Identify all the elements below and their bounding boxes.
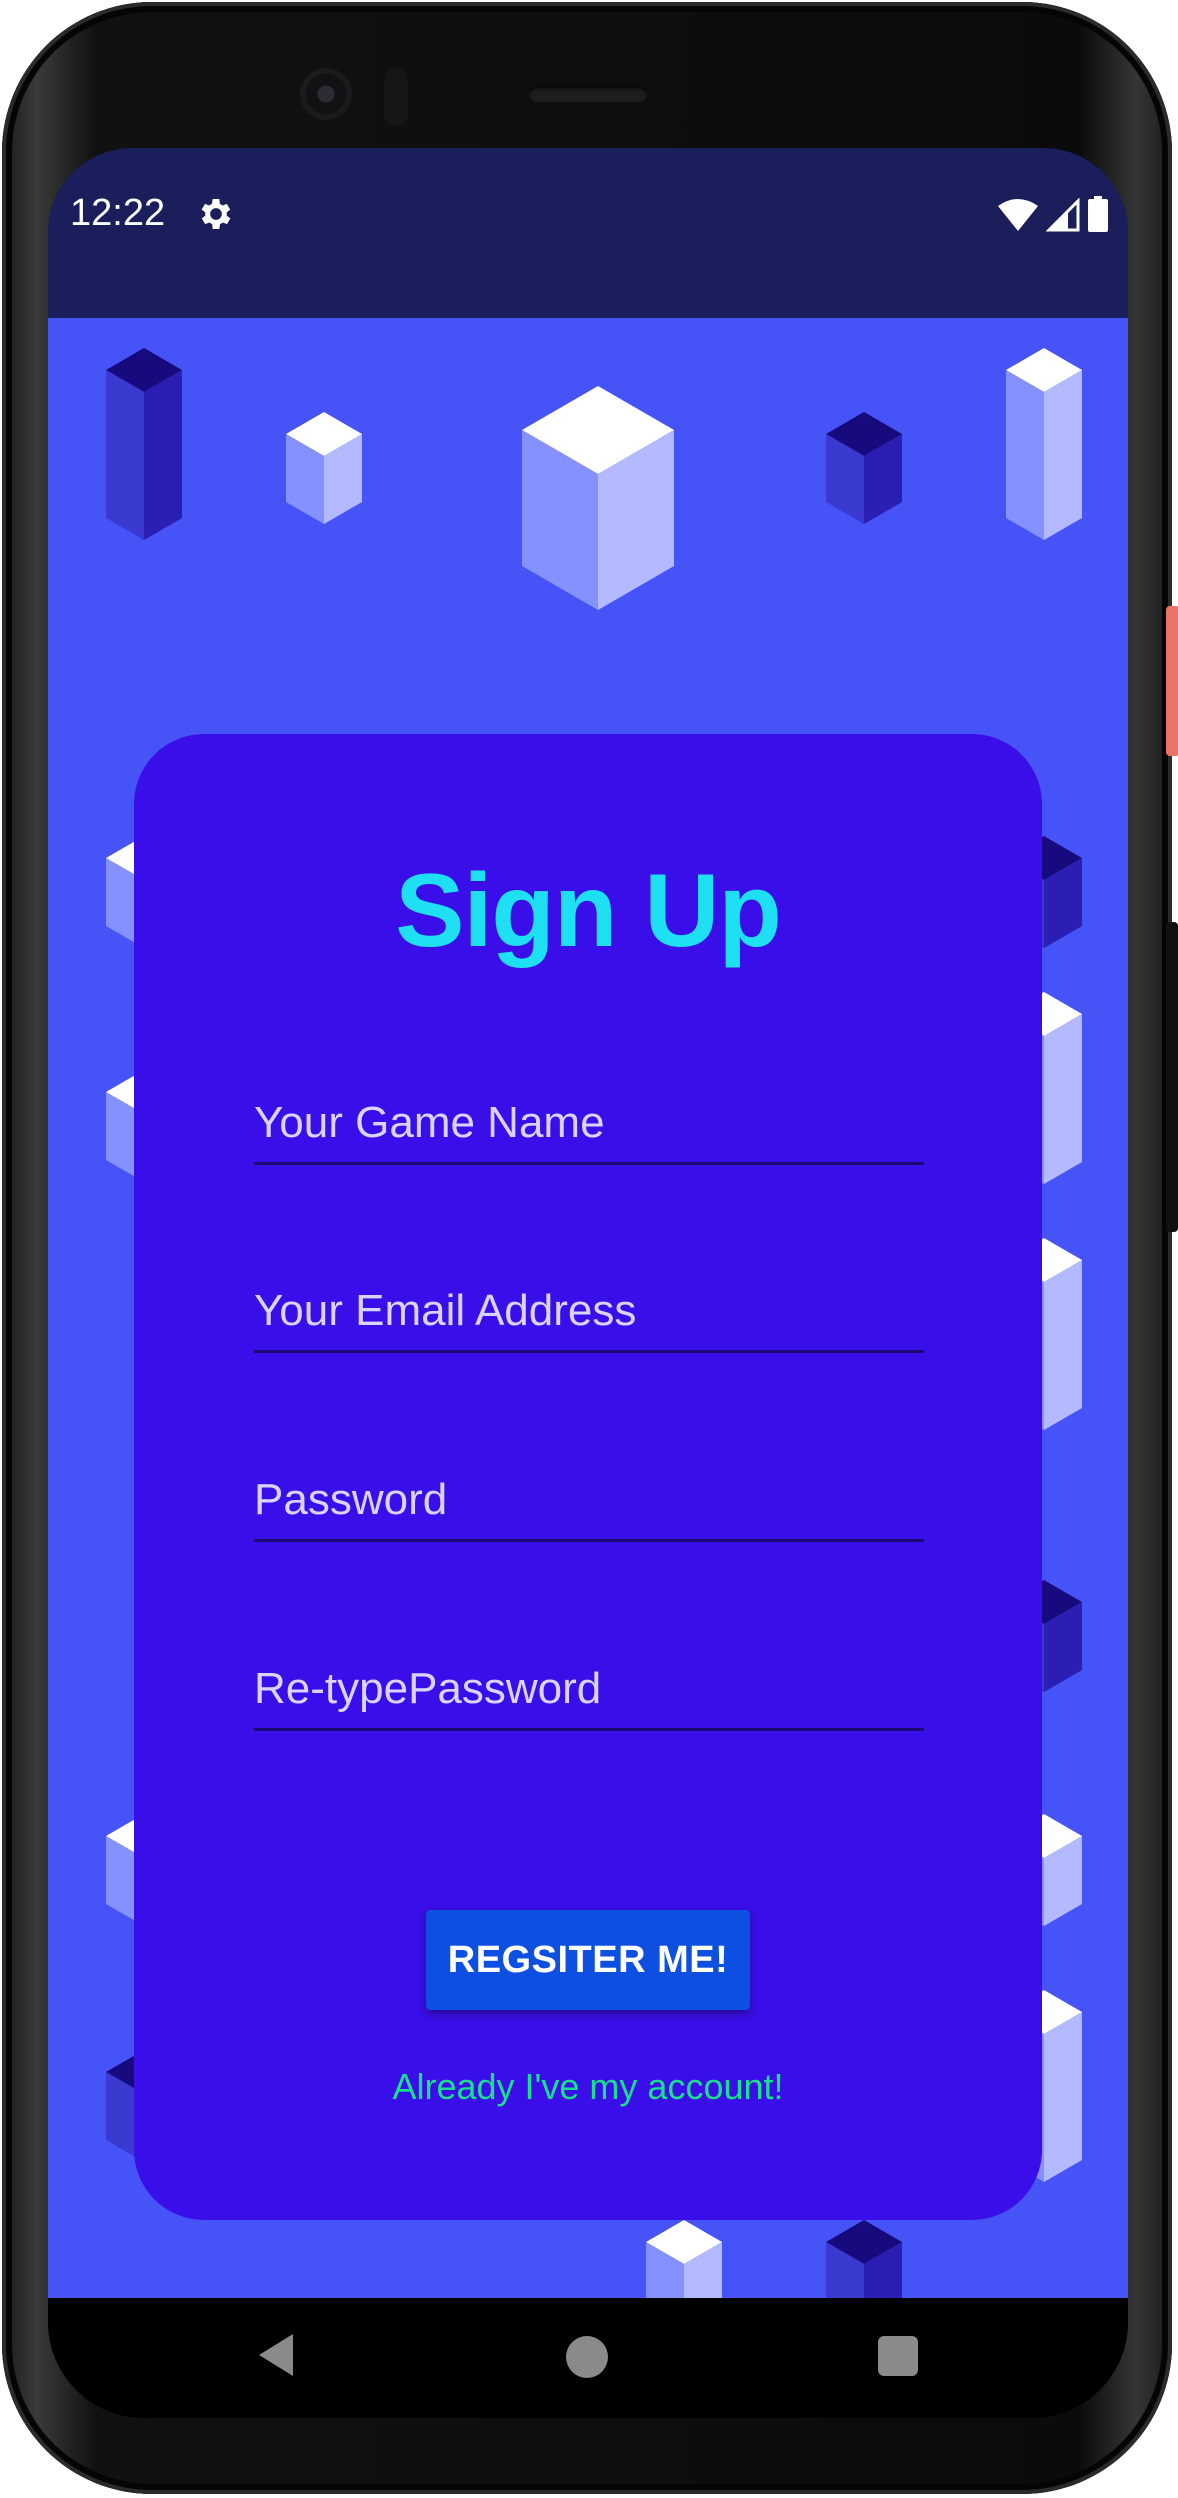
volume-button	[1166, 922, 1178, 1232]
screen: 12:22 Sign Up Your Game Name Your Email …	[48, 148, 1128, 2418]
earpiece-speaker	[528, 86, 648, 102]
register-button[interactable]: REGSITER ME!	[426, 1910, 750, 2010]
password-field	[254, 1467, 924, 1542]
proximity-sensor	[384, 68, 408, 126]
login-link[interactable]: Already I've my account!	[134, 2066, 1042, 2108]
front-camera	[300, 68, 352, 120]
email-input[interactable]	[254, 1278, 924, 1350]
game-name-field	[254, 1090, 924, 1165]
retype-password-field	[254, 1656, 924, 1731]
back-icon[interactable]	[253, 2330, 303, 2380]
power-button	[1166, 606, 1178, 756]
navigation-bar	[48, 2298, 1128, 2418]
status-bar: 12:22	[48, 148, 1128, 318]
recents-icon[interactable]	[878, 2336, 918, 2376]
email-field	[254, 1278, 924, 1353]
retype-password-input[interactable]	[254, 1656, 924, 1728]
phone-frame: 12:22 Sign Up Your Game Name Your Email …	[2, 2, 1178, 2494]
password-input[interactable]	[254, 1467, 924, 1539]
app-background: Sign Up REGSITER ME! Already I've my acc…	[48, 318, 1128, 2298]
home-icon[interactable]	[566, 2336, 608, 2378]
signup-card: Sign Up REGSITER ME! Already I've my acc…	[134, 734, 1042, 2220]
status-time: 12:22	[70, 192, 166, 234]
page-title: Sign Up	[395, 853, 782, 969]
cell-signal-icon	[1046, 198, 1080, 232]
battery-icon	[1088, 196, 1108, 232]
gear-icon	[201, 199, 231, 229]
status-icons	[998, 196, 1108, 232]
game-name-input[interactable]	[254, 1090, 924, 1162]
wifi-icon	[998, 199, 1038, 231]
